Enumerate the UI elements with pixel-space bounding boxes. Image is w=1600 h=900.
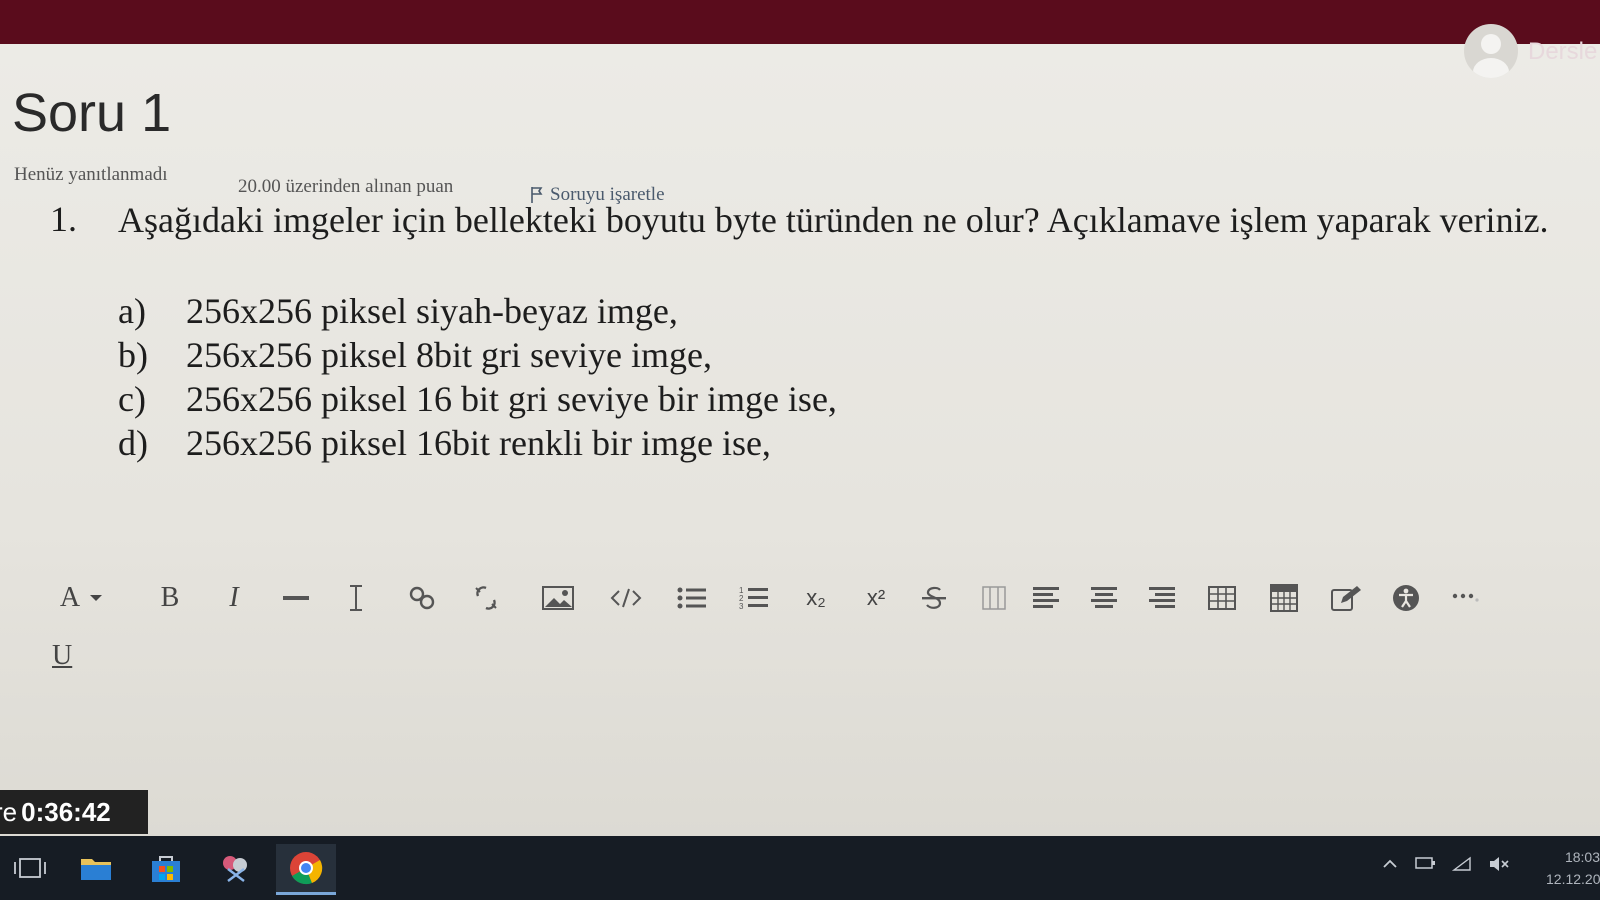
user-menu-name[interactable]: Dersle xyxy=(1528,38,1597,66)
chevron-up-icon[interactable] xyxy=(1382,856,1398,877)
subscript-button[interactable]: x₂ xyxy=(796,575,836,621)
align-right-icon xyxy=(1149,587,1175,608)
insert-table-button[interactable] xyxy=(1202,575,1242,621)
bullet-list-button[interactable] xyxy=(672,575,712,621)
battery-icon[interactable] xyxy=(1414,856,1436,877)
more-options-button[interactable] xyxy=(1444,575,1488,621)
align-center-icon xyxy=(1091,587,1117,608)
task-view-icon xyxy=(14,858,46,878)
edit-icon xyxy=(1331,586,1361,611)
unlink-button[interactable] xyxy=(466,575,506,621)
font-style-label: A xyxy=(59,582,81,613)
strikethrough-icon xyxy=(922,586,946,609)
wifi-icon[interactable] xyxy=(1451,856,1472,877)
align-left-icon xyxy=(1033,587,1059,608)
question-status: Henüz yanıtlanmadı xyxy=(14,164,168,185)
numbered-list-button[interactable]: 123 xyxy=(734,575,774,621)
chevron-down-icon xyxy=(90,595,103,601)
align-left-button[interactable] xyxy=(1026,575,1066,621)
option-b: b) 256x256 piksel 8bit gri seviye imge, xyxy=(118,334,712,376)
equation-button[interactable] xyxy=(1264,575,1304,621)
horizontal-rule-icon xyxy=(283,596,309,600)
accessibility-button[interactable] xyxy=(1386,575,1426,621)
chrome-icon xyxy=(290,852,323,885)
clear-format-button[interactable] xyxy=(336,575,376,621)
bullet-list-icon xyxy=(677,587,706,609)
html-code-button[interactable] xyxy=(604,575,648,621)
volume-muted-icon[interactable] xyxy=(1488,856,1510,877)
option-label: d) xyxy=(118,423,148,463)
columns-button[interactable] xyxy=(974,575,1014,621)
code-icon xyxy=(610,588,642,608)
accessibility-icon xyxy=(1393,585,1419,611)
option-text: 256x256 piksel 16 bit gri seviye bir img… xyxy=(186,379,837,419)
option-a: a) 256x256 piksel siyah-beyaz imge, xyxy=(118,290,678,332)
numbered-list-icon: 123 xyxy=(739,586,768,611)
strikethrough-button[interactable] xyxy=(914,575,954,621)
question-text: Aşağıdaki imgeler için bellekteki boyutu… xyxy=(118,200,1549,240)
align-center-button[interactable] xyxy=(1084,575,1124,621)
timer-prefix: re xyxy=(0,796,18,827)
bold-button[interactable]: B xyxy=(150,575,190,621)
option-c: c) 256x256 piksel 16 bit gri seviye bir … xyxy=(118,378,837,420)
svg-text:3: 3 xyxy=(739,602,744,611)
file-explorer-button[interactable] xyxy=(66,844,126,892)
option-label: b) xyxy=(118,335,148,375)
edit-draw-button[interactable] xyxy=(1326,575,1366,621)
snipping-tool-icon xyxy=(223,856,247,882)
columns-icon xyxy=(982,586,1006,610)
underline-button[interactable]: U xyxy=(52,640,72,672)
clock-time: 18:03 xyxy=(1564,849,1600,865)
link-icon xyxy=(409,586,435,610)
avatar-body xyxy=(1473,58,1509,78)
timer-value: 0:36:42 xyxy=(21,796,111,827)
option-text: 256x256 piksel 8bit gri seviye imge, xyxy=(186,335,712,375)
calculator-icon xyxy=(1270,584,1298,612)
text-cursor-icon xyxy=(350,585,362,611)
chrome-button[interactable] xyxy=(276,844,336,895)
question-title: Soru 1 xyxy=(12,83,172,143)
more-dots-icon xyxy=(1452,593,1479,602)
image-icon xyxy=(542,586,574,610)
app-button[interactable] xyxy=(206,844,266,892)
option-d: d) 256x256 piksel 16bit renkli bir imge … xyxy=(118,422,771,464)
question-number: 1. xyxy=(50,199,77,239)
option-text: 256x256 piksel siyah-beyaz imge, xyxy=(186,291,678,331)
option-text: 256x256 piksel 16bit renkli bir imge ise… xyxy=(186,423,771,463)
question-points: 20.00 üzerinden alınan puan xyxy=(238,176,454,197)
task-view-button[interactable] xyxy=(0,844,60,892)
store-bag-icon xyxy=(152,856,180,882)
user-avatar[interactable] xyxy=(1464,24,1518,78)
store-button[interactable] xyxy=(136,844,196,892)
option-label: a) xyxy=(118,291,146,331)
folder-icon xyxy=(81,859,111,880)
link-button[interactable] xyxy=(402,575,442,621)
editor-toolbar: A B I 123 x₂ x² xyxy=(46,575,1506,625)
system-tray xyxy=(1382,856,1510,877)
horizontal-rule-button[interactable] xyxy=(276,575,316,621)
system-clock[interactable]: 18:03 12.12.20 xyxy=(1546,846,1600,890)
clock-date: 12.12.20 xyxy=(1546,871,1600,887)
taskbar xyxy=(0,836,1600,900)
table-icon xyxy=(1208,586,1236,610)
align-right-button[interactable] xyxy=(1142,575,1182,621)
quiz-timer: re 0:36:42 xyxy=(0,790,148,834)
superscript-button[interactable]: x² xyxy=(856,575,896,621)
italic-button[interactable]: I xyxy=(214,575,254,621)
font-style-button[interactable]: A xyxy=(50,575,114,621)
avatar-head xyxy=(1481,34,1501,54)
insert-image-button[interactable] xyxy=(536,575,580,621)
option-label: c) xyxy=(118,379,146,419)
unlink-icon xyxy=(475,586,497,610)
